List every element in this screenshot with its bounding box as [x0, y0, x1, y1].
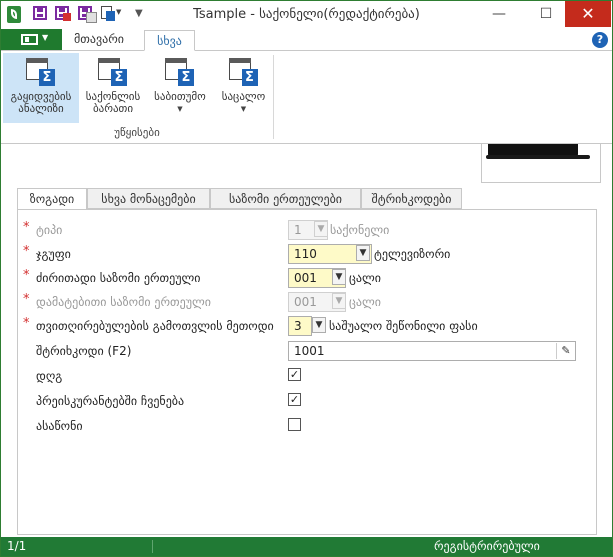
type-name: საქონელი [330, 223, 390, 237]
chevron-down-icon: ▼ [42, 33, 49, 42]
required-star: * [23, 220, 30, 235]
barcode-label: შტრიხკოდი (F2) [36, 344, 132, 358]
product-card-button[interactable]: Σ საქონლის ბარათი [83, 53, 143, 123]
tab-other[interactable]: სხვა [144, 30, 195, 51]
vat-label: დღგ [36, 369, 63, 383]
main-unit-row: * ძირითადი საზომი ერთეული 001 ▼ ცალი [18, 268, 598, 288]
tab-general[interactable]: ზოგადი [17, 188, 87, 210]
cost-method-label: თვითღირებულების გამოთვლის მეთოდი [36, 319, 274, 333]
tv-stand-image [486, 155, 590, 159]
general-form-panel: * ტიპი 1 ▼ საქონელი * ჯგუფი 110 ▼ ტელევი… [17, 209, 597, 535]
chevron-down-icon[interactable]: ▼ [332, 269, 346, 285]
chevron-down-icon: ▼ [240, 105, 247, 113]
required-star: * [23, 292, 30, 307]
title-bar: ▼ ▼ Tsample - საქონელი(რედაქტირება) — ☐ … [1, 1, 612, 29]
extra-unit-row: * დამატებითი საზომი ერთეული 001 ▼ ცალი [18, 292, 598, 312]
tab-units[interactable]: საზომი ერთეულები [210, 188, 361, 209]
main-unit-name: ცალი [349, 271, 381, 285]
ribbon-group-divider [273, 55, 274, 139]
table-sigma-icon: Σ [228, 58, 259, 86]
main-unit-label: ძირითადი საზომი ერთეული [36, 271, 201, 285]
status-text: რეგისტრირებული [434, 539, 540, 553]
button-label: საბითუმო [154, 90, 206, 103]
main-content: ზოგადი სხვა მონაცემები საზომი ერთეულები … [1, 144, 612, 537]
button-label: ბარათი [92, 102, 134, 115]
status-divider [152, 540, 153, 553]
extra-unit-label: დამატებითი საზომი ერთეული [36, 295, 211, 309]
group-name: ტელევიზორი [374, 247, 451, 261]
chevron-down-icon: ▼ [332, 293, 346, 309]
file-menu-button[interactable]: ▼ [1, 29, 62, 50]
button-label: ანალიზი [18, 102, 64, 115]
weighable-row: ასაწონი [18, 416, 598, 436]
chevron-down-icon: ▼ [177, 105, 183, 113]
vat-checkbox[interactable]: ✓ [288, 368, 301, 381]
ribbon-tab-bar: ▼ მთავარი სხვა ? [1, 29, 612, 51]
chevron-down-icon[interactable]: ▼ [312, 317, 326, 333]
table-sigma-icon: Σ [26, 58, 56, 86]
maximize-button[interactable]: ☐ [529, 1, 563, 27]
sales-analysis-button[interactable]: Σ გაყიდვების ანალიზი [3, 53, 79, 123]
required-star: * [23, 268, 30, 283]
tab-main[interactable]: მთავარი [65, 29, 133, 50]
product-image [481, 144, 601, 183]
weighable-checkbox[interactable] [288, 418, 301, 431]
form-tabs: ზოგადი სხვა მონაცემები საზომი ერთეულები … [17, 188, 597, 210]
ribbon-panel: Σ გაყიდვების ანალიზი Σ საქონლის ბარათი Σ… [1, 51, 612, 144]
type-row: * ტიპი 1 ▼ საქონელი [18, 220, 598, 240]
chevron-down-icon: ▼ [314, 221, 328, 237]
vat-row: დღგ ✓ [18, 366, 598, 386]
extra-unit-name: ცალი [349, 295, 381, 309]
close-button[interactable]: ✕ [565, 1, 611, 27]
type-label: ტიპი [36, 223, 63, 237]
required-star: * [23, 316, 30, 331]
record-counter: 1/1 [7, 539, 27, 553]
magic-wand-icon[interactable]: ✎ [556, 343, 575, 359]
tab-barcodes[interactable]: შტრიხკოდები [361, 188, 462, 209]
barcode-row: შტრიხკოდი (F2) 1001 ✎ [18, 341, 598, 361]
retail-button[interactable]: Σ საცალო ▼ [216, 53, 271, 123]
group-row: * ჯგუფი 110 ▼ ტელევიზორი [18, 244, 598, 264]
wholesale-button[interactable]: Σ საბითუმო ▼ [147, 53, 213, 123]
pricelist-label: პრეისკურანტებში ჩვენება [36, 394, 185, 408]
table-sigma-icon: Σ [98, 58, 128, 86]
minimize-button[interactable]: — [482, 1, 516, 27]
pricelist-checkbox[interactable]: ✓ [288, 393, 301, 406]
barcode-input[interactable]: 1001 [288, 341, 576, 361]
weighable-label: ასაწონი [36, 419, 83, 433]
button-label: საცალო [221, 90, 266, 103]
pricelist-row: პრეისკურანტებში ჩვენება ✓ [18, 391, 598, 411]
chevron-down-icon[interactable]: ▼ [356, 245, 370, 261]
group-label: ჯგუფი [36, 247, 71, 261]
table-sigma-icon: Σ [165, 58, 195, 86]
ribbon-group-label: უწყისები [114, 126, 160, 139]
app-window: ▼ ▼ Tsample - საქონელი(რედაქტირება) — ☐ … [0, 0, 613, 557]
status-bar: 1/1 რეგისტრირებული [1, 537, 612, 556]
window-title: Tsample - საქონელი(რედაქტირება) [193, 7, 420, 22]
help-icon[interactable]: ? [592, 32, 608, 48]
cost-method-row: * თვითღირებულების გამოთვლის მეთოდი 3 ▼ ს… [18, 316, 598, 336]
tab-other-data[interactable]: სხვა მონაცემები [87, 188, 210, 209]
cost-method-input[interactable]: 3 [288, 316, 312, 336]
required-star: * [23, 244, 30, 259]
cost-method-name: საშუალო შეწონილი ფასი [329, 319, 478, 333]
window-icon [21, 34, 38, 45]
